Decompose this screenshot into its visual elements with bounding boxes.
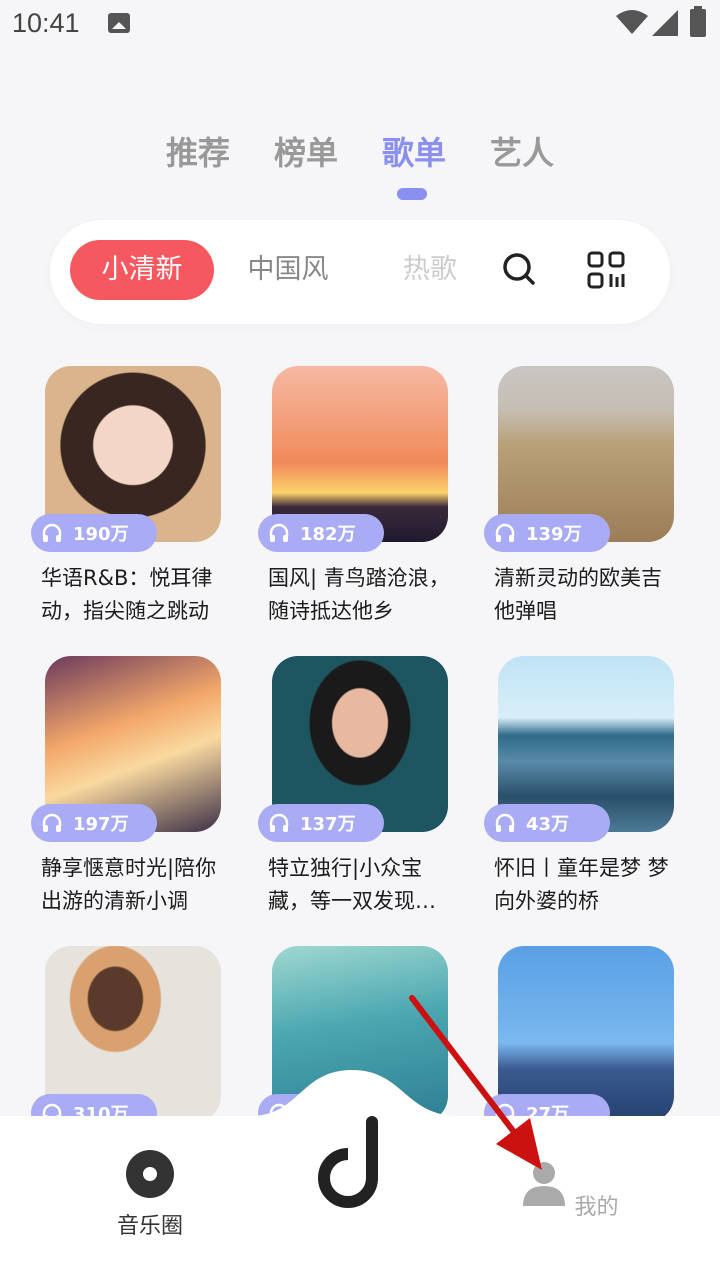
nav-music-circle-label: 音乐圈 xyxy=(116,1214,183,1239)
headphones-icon xyxy=(269,523,289,542)
nav-music-circle[interactable]: 音乐圈 xyxy=(100,1150,200,1240)
play-count: 43万 xyxy=(526,814,570,835)
playlist-title: 特立独行|小众宝藏，等一双发现… xyxy=(268,856,436,913)
headphones-icon xyxy=(495,813,515,832)
gallery-notification-icon xyxy=(108,13,130,33)
play-count: 137万 xyxy=(300,814,356,835)
play-count: 197万 xyxy=(73,814,129,835)
wifi-icon xyxy=(616,10,648,34)
chip-fresh[interactable]: 小清新 xyxy=(70,240,214,300)
playlist-title: 怀旧丨童年是梦 梦向外婆的桥 xyxy=(494,856,669,913)
headphones-icon xyxy=(495,523,515,542)
qr-scan-icon[interactable] xyxy=(586,250,626,290)
nav-mine-label: 我的 xyxy=(574,1195,619,1220)
status-bar: 10:41 xyxy=(0,0,720,50)
play-count-badge: 182万 xyxy=(258,514,384,552)
play-count: 190万 xyxy=(73,524,129,545)
playlist-title: 清新灵动的欧美吉他弹唱 xyxy=(494,566,662,623)
play-count-badge: 137万 xyxy=(258,804,384,842)
play-count-badge: 43万 xyxy=(484,804,610,842)
tab-playlists[interactable]: 歌单 xyxy=(380,128,448,174)
playlist-title: 华语R&B：悦耳律动，指尖随之跳动 xyxy=(41,566,213,623)
chip-chinese-style[interactable]: 中国风 xyxy=(230,240,346,300)
tab-charts[interactable]: 榜单 xyxy=(272,128,340,174)
play-count-badge: 139万 xyxy=(484,514,610,552)
headphones-icon xyxy=(42,523,62,542)
playlist-title: 静享惬意时光|陪你出游的清新小调 xyxy=(41,856,217,913)
category-tabs: 推荐 榜单 歌单 艺人 xyxy=(0,128,720,174)
status-time: 10:41 xyxy=(12,8,80,38)
play-count-badge: 190万 xyxy=(31,514,157,552)
signal-icon xyxy=(652,10,678,36)
battery-icon xyxy=(690,6,706,37)
play-count: 139万 xyxy=(526,524,582,545)
playlist-title: 国风| 青鸟踏沧浪，随诗抵达他乡 xyxy=(268,566,450,623)
search-icon[interactable] xyxy=(500,250,540,290)
play-count-badge: 197万 xyxy=(31,804,157,842)
disc-icon xyxy=(126,1150,174,1198)
filter-bar: 小清新 中国风 热歌 xyxy=(50,220,670,324)
tab-indicator xyxy=(397,188,427,200)
chip-hot-songs[interactable]: 热歌 xyxy=(380,240,480,300)
headphones-icon xyxy=(269,813,289,832)
tab-artists[interactable]: 艺人 xyxy=(488,128,556,174)
headphones-icon xyxy=(42,813,62,832)
app-logo-icon[interactable] xyxy=(316,1116,388,1224)
play-count: 182万 xyxy=(300,524,356,545)
tab-recommend[interactable]: 推荐 xyxy=(164,128,232,174)
annotation-arrow-icon xyxy=(409,995,542,1170)
